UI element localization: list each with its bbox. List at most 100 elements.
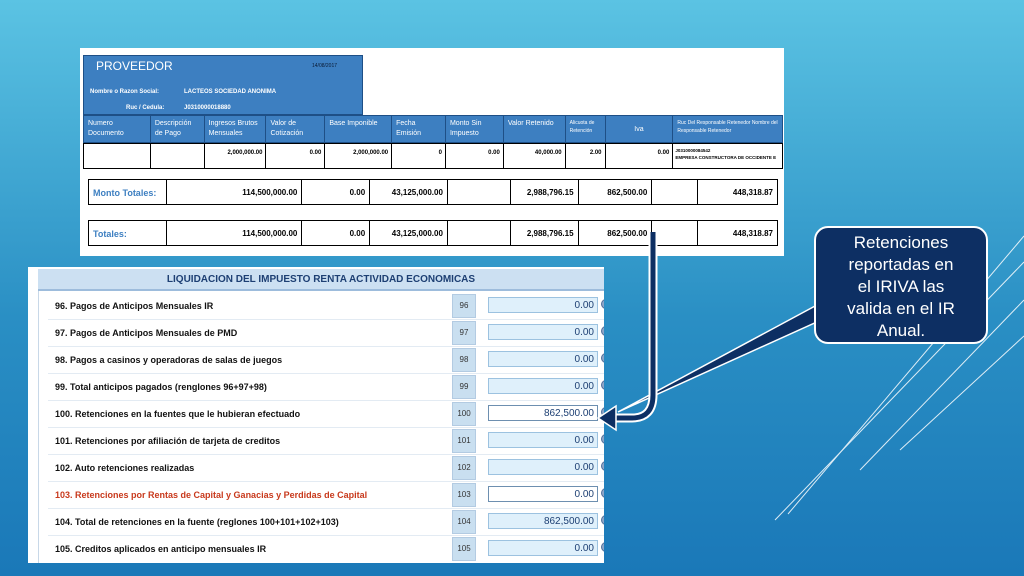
pencil-icon[interactable] — [601, 515, 604, 525]
col-valor-retenido: Valor Retenido — [504, 116, 566, 142]
row-label: 101. Retenciones por afiliación de tarje… — [55, 436, 281, 446]
cell-numero-documento — [84, 144, 151, 168]
row-number: 105 — [452, 537, 476, 561]
pencil-icon[interactable] — [601, 380, 604, 390]
callout-box: Retenciones reportadas en el IRIVA las v… — [814, 226, 988, 344]
ruc-label: Ruc / Cedula: — [126, 105, 165, 111]
totales-blank — [448, 221, 511, 245]
row-97-input[interactable] — [488, 324, 598, 340]
col-descripcion-pago: Descripción de Pago — [151, 116, 205, 142]
provider-header: PROVEEDOR 14/08/2017 Nombre o Razon Soci… — [83, 55, 363, 115]
totales-cotizacion: 0.00 — [302, 221, 371, 245]
row-99-input[interactable] — [488, 378, 598, 394]
razon-social-label: Nombre o Razon Social: — [90, 89, 160, 95]
monto-totales-cotizacion: 0.00 — [302, 180, 371, 204]
liquidacion-row-96: 96. Pagos de Anticipos Mensuales IR 96 — [38, 293, 604, 320]
callout-line-2: reportadas en — [848, 255, 954, 274]
row-number: 102 — [452, 456, 476, 480]
col-ingresos-brutos: Ingresos Brutos Mensuales — [205, 116, 267, 142]
liquidacion-row-97: 97. Pagos de Anticipos Mensuales de PMD … — [38, 320, 604, 347]
totales-label: Totales: — [89, 221, 167, 245]
row-label: 102. Auto retenciones realizadas — [55, 463, 195, 473]
row-number: 101 — [452, 429, 476, 453]
col-ruc-responsable: Ruc Del Responsable Retenedor Nombre del… — [677, 120, 778, 134]
row-number: 99 — [452, 375, 476, 399]
row-102-input[interactable] — [488, 459, 598, 475]
row-number: 98 — [452, 348, 476, 372]
monto-totales-ingresos: 114,500,000.00 — [167, 180, 303, 204]
row-label: 97. Pagos de Anticipos Mensuales de PMD — [55, 328, 238, 338]
cell-cotizacion: 0.00 — [266, 144, 326, 168]
provider-date: 14/08/2017 — [312, 63, 338, 69]
connector-arrow — [612, 232, 656, 421]
row-number: 104 — [452, 510, 476, 534]
liquidacion-panel: LIQUIDACION DEL IMPUESTO RENTA ACTIVIDAD… — [28, 267, 604, 563]
callout-line-5: Anual. — [876, 321, 926, 340]
monto-totales-base: 43,125,000.00 — [370, 180, 448, 204]
monto-totales-iva: 448,318.87 — [732, 188, 773, 197]
pencil-icon[interactable] — [601, 542, 604, 552]
liquidacion-row-102: 102. Auto retenciones realizadas 102 — [38, 455, 604, 482]
provider-table-header: Numero Documento Descripción de Pago Ing… — [83, 115, 783, 143]
totales-row: Totales: 114,500,000.00 0.00 43,125,000.… — [88, 220, 778, 246]
row-label: 103. Retenciones por Rentas de Capital y… — [55, 490, 368, 500]
row-number: 97 — [452, 321, 476, 345]
row-103-input[interactable] — [488, 486, 598, 502]
liquidacion-row-100: 100. Retenciones en la fuentes que le hu… — [38, 401, 604, 428]
col-fecha-emision: Fecha Emisión — [392, 116, 446, 142]
cell-descripcion — [151, 144, 205, 168]
pencil-icon[interactable] — [601, 407, 604, 417]
provider-title: PROVEEDOR — [96, 59, 173, 73]
col-alicuota: Alicuota de Retención — [566, 116, 606, 142]
monto-totales-retencion: 862,500.00 — [579, 180, 653, 204]
razon-social-value: LACTEOS SOCIEDAD ANONIMA — [184, 89, 277, 95]
row-101-input[interactable] — [488, 432, 598, 448]
pencil-icon[interactable] — [601, 299, 604, 309]
monto-totales-blank-2 — [652, 180, 699, 204]
monto-totales-blank — [448, 180, 511, 204]
row-number: 96 — [452, 294, 476, 318]
pencil-icon[interactable] — [601, 326, 604, 336]
provider-table-row: 2,000,000.00 0.00 2,000,000.00 0 0.00 40… — [83, 143, 783, 169]
liquidacion-row-104: 104. Total de retenciones en la fuente (… — [38, 509, 604, 536]
cell-empresa-value: EMPRESA CONSTRUCTORA DE OCCIDENTE E — [675, 155, 777, 160]
row-number: 103 — [452, 483, 476, 507]
row-label: 104. Total de retenciones en la fuente (… — [55, 517, 339, 527]
row-label: 98. Pagos a casinos y operadoras de sala… — [55, 355, 283, 365]
pencil-icon[interactable] — [601, 434, 604, 444]
cell-base-imponible: 2,000,000.00 — [325, 144, 393, 168]
row-label: 99. Total anticipos pagados (renglones 9… — [55, 382, 267, 392]
row-100-input[interactable] — [488, 405, 598, 421]
pencil-icon[interactable] — [601, 353, 604, 363]
col-base-imponible: Base Imponible — [325, 116, 393, 142]
pencil-icon[interactable] — [601, 461, 604, 471]
col-iva: Iva — [606, 116, 674, 142]
col-numero-documento: Numero Documento — [84, 116, 151, 142]
liquidacion-title: LIQUIDACION DEL IMPUESTO RENTA ACTIVIDAD… — [38, 269, 604, 291]
callout-pointer — [617, 296, 831, 413]
pencil-icon[interactable] — [601, 488, 604, 498]
connector-arrow-outline — [612, 232, 658, 423]
monto-totales-retenido: 2,988,796.15 — [511, 180, 579, 204]
totales-retenido: 2,988,796.15 — [511, 221, 579, 245]
col-monto-sin-impuesto: Monto Sin Impuesto — [446, 116, 504, 142]
row-96-input[interactable] — [488, 297, 598, 313]
row-105-input[interactable] — [488, 540, 598, 556]
monto-totales-row: Monto Totales: 114,500,000.00 0.00 43,12… — [88, 179, 778, 205]
callout-line-4: valida en el IR — [847, 299, 955, 318]
col-valor-cotizacion: Valor de Cotización — [266, 116, 326, 142]
cell-monto-sin-impuesto: 0.00 — [446, 144, 504, 168]
cell-ingresos: 2,000,000.00 — [205, 144, 267, 168]
cell-alicuota: 2.00 — [566, 144, 606, 168]
row-number: 100 — [452, 402, 476, 426]
totales-base: 43,125,000.00 — [370, 221, 448, 245]
liquidacion-row-105: 105. Creditos aplicados en anticipo mens… — [38, 536, 604, 563]
totales-retencion: 862,500.00 — [579, 221, 653, 245]
row-98-input[interactable] — [488, 351, 598, 367]
totales-iva: 448,318.87 — [732, 229, 773, 238]
liquidacion-row-103: 103. Retenciones por Rentas de Capital y… — [38, 482, 604, 509]
liquidacion-row-101: 101. Retenciones por afiliación de tarje… — [38, 428, 604, 455]
row-104-input[interactable] — [488, 513, 598, 529]
cell-valor-retenido: 40,000.00 — [504, 144, 566, 168]
cell-ruc-responsable: J0310000084542 EMPRESA CONSTRUCTORA DE O… — [673, 144, 782, 168]
